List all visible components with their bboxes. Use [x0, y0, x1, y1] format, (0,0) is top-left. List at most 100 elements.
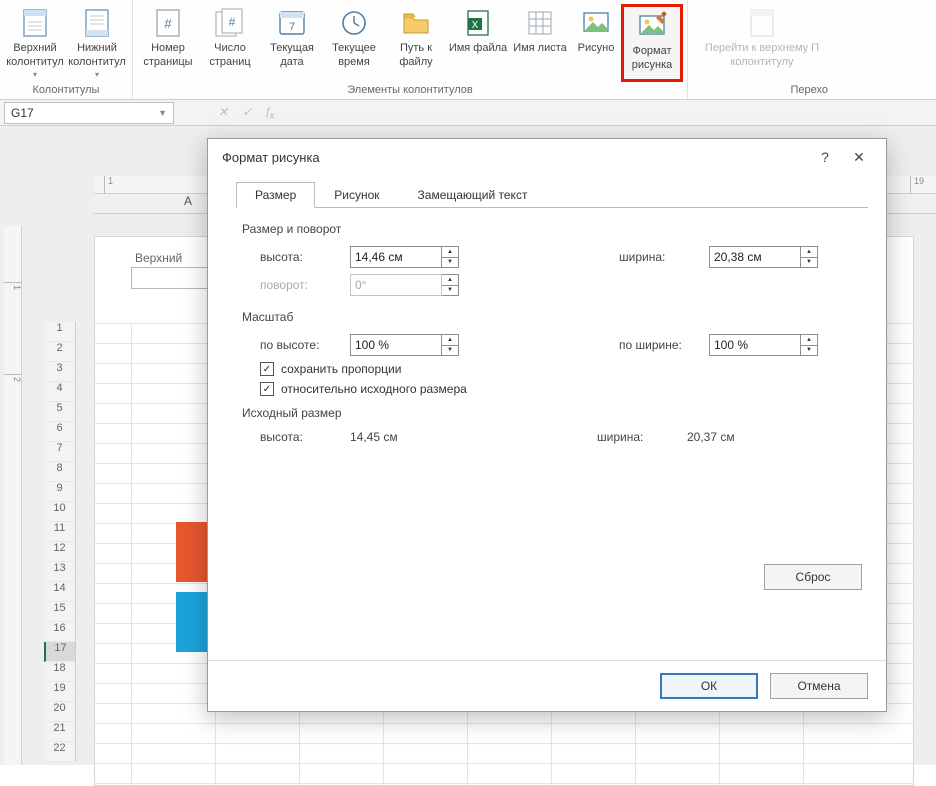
- row-header[interactable]: 2: [44, 342, 76, 362]
- row-header[interactable]: 17: [44, 642, 76, 662]
- row-header[interactable]: 5: [44, 402, 76, 422]
- label-scale-w: по ширине:: [619, 338, 709, 352]
- checkbox-icon: ✓: [260, 362, 274, 376]
- height-spinner[interactable]: ▲▼: [442, 246, 459, 268]
- header-button[interactable]: Верхний колонтитул ▾: [4, 4, 66, 82]
- dropdown-icon[interactable]: ▼: [158, 108, 167, 118]
- row-header[interactable]: 13: [44, 562, 76, 582]
- formula-bar-buttons: ✕ ✓ fx: [178, 104, 274, 121]
- row-header[interactable]: 6: [44, 422, 76, 442]
- reset-button[interactable]: Сброс: [764, 564, 862, 590]
- hash-pages-icon: #: [213, 6, 247, 40]
- page-number-button[interactable]: # Номер страницы: [137, 4, 199, 82]
- label: Текущая дата: [261, 42, 323, 70]
- file-path-button[interactable]: Путь к файлу: [385, 4, 447, 82]
- scale-h-spinner[interactable]: ▲▼: [442, 334, 459, 356]
- row-header[interactable]: 21: [44, 722, 76, 742]
- row-header[interactable]: 20: [44, 702, 76, 722]
- format-picture-icon: [635, 9, 669, 43]
- lock-aspect-checkbox[interactable]: ✓ сохранить пропорции: [260, 362, 868, 376]
- tab-size[interactable]: Размер: [236, 182, 315, 208]
- current-date-button[interactable]: 7 Текущая дата: [261, 4, 323, 82]
- label: Формат рисунка: [624, 45, 680, 73]
- svg-text:7: 7: [289, 21, 295, 33]
- row-header[interactable]: 9: [44, 482, 76, 502]
- picture-icon: [579, 6, 613, 40]
- row-header[interactable]: 10: [44, 502, 76, 522]
- label: Число страниц: [199, 42, 261, 70]
- row-header[interactable]: 14: [44, 582, 76, 602]
- dialog-titlebar[interactable]: Формат рисунка ? ✕: [208, 139, 886, 175]
- orig-height-value: 14,45 см: [350, 430, 460, 444]
- scale-w-spinner[interactable]: ▲▼: [801, 334, 818, 356]
- goto-header-button: Перейти к верхнему П колонтитулу: [692, 4, 832, 82]
- format-picture-button[interactable]: Формат рисунка: [621, 4, 683, 82]
- section-original-size: Исходный размер: [242, 406, 868, 420]
- tab-alttext[interactable]: Замещающий текст: [399, 182, 547, 208]
- name-box[interactable]: G17 ▼: [4, 102, 174, 124]
- ruler-vertical: 1 2: [4, 226, 22, 765]
- formula-bar-row: G17 ▼ ✕ ✓ fx: [0, 100, 936, 126]
- label: Нижний колонтитул: [66, 42, 128, 70]
- row-header[interactable]: 7: [44, 442, 76, 462]
- goto-header-icon: [745, 6, 779, 40]
- label-scale-h: по высоте:: [260, 338, 350, 352]
- group-label: Элементы колонтитулов: [137, 82, 683, 100]
- group-label: Колонтитулы: [4, 82, 128, 100]
- cancel-button[interactable]: Отмена: [770, 673, 868, 699]
- ruler-tick: 1: [4, 282, 22, 290]
- label: Текущее время: [323, 42, 385, 70]
- scale-h-input[interactable]: 100 %: [350, 334, 442, 356]
- fx-icon: fx: [266, 104, 274, 121]
- enter-icon: ✓: [242, 105, 252, 119]
- row-header[interactable]: 1: [44, 322, 76, 342]
- ruler-tick: 19: [910, 176, 924, 194]
- width-input[interactable]: 20,38 см: [709, 246, 801, 268]
- column-header-a[interactable]: A: [184, 194, 192, 208]
- section-scale: Масштаб: [242, 310, 868, 324]
- scale-w-input[interactable]: 100 %: [709, 334, 801, 356]
- sheet-name-button[interactable]: Имя листа: [509, 4, 571, 82]
- hash-page-icon: #: [151, 6, 185, 40]
- rotation-spinner: ▲▼: [442, 274, 459, 296]
- label: Имя файла: [449, 42, 507, 56]
- footer-button[interactable]: Нижний колонтитул ▾: [66, 4, 128, 82]
- row-header[interactable]: 22: [44, 742, 76, 762]
- row-header[interactable]: 18: [44, 662, 76, 682]
- header-edit-box[interactable]: [131, 267, 213, 289]
- tab-picture[interactable]: Рисунок: [315, 182, 398, 208]
- width-spinner[interactable]: ▲▼: [801, 246, 818, 268]
- ribbon-group-navigation: Перейти к верхнему П колонтитулу Перехо: [688, 0, 836, 99]
- row-header[interactable]: 8: [44, 462, 76, 482]
- row-header[interactable]: 15: [44, 602, 76, 622]
- row-header[interactable]: 11: [44, 522, 76, 542]
- page-header-label: Верхний: [131, 249, 186, 267]
- ribbon: Верхний колонтитул ▾ Нижний колонтитул ▾…: [0, 0, 936, 100]
- height-input[interactable]: 14,46 см: [350, 246, 442, 268]
- row-header[interactable]: 3: [44, 362, 76, 382]
- group-label: Перехо: [692, 82, 832, 100]
- picture-button[interactable]: Рисуно: [571, 4, 621, 82]
- dropdown-icon: ▾: [33, 70, 37, 80]
- ribbon-group-headerfooter: Верхний колонтитул ▾ Нижний колонтитул ▾…: [0, 0, 133, 99]
- label: Рисуно: [578, 42, 615, 56]
- current-time-button[interactable]: Текущее время: [323, 4, 385, 82]
- row-header[interactable]: 19: [44, 682, 76, 702]
- row-header[interactable]: 4: [44, 382, 76, 402]
- format-picture-dialog: Формат рисунка ? ✕ Размер Рисунок Замеща…: [207, 138, 887, 712]
- dropdown-icon: ▾: [95, 70, 99, 80]
- label: Имя листа: [513, 42, 567, 56]
- row-header[interactable]: 12: [44, 542, 76, 562]
- relative-original-checkbox[interactable]: ✓ относительно исходного размера: [260, 382, 868, 396]
- sheet-icon: [523, 6, 557, 40]
- help-button[interactable]: ?: [808, 143, 842, 171]
- row-header[interactable]: 16: [44, 622, 76, 642]
- ok-button[interactable]: ОК: [660, 673, 758, 699]
- label: Путь к файлу: [385, 42, 447, 70]
- page-count-button[interactable]: # Число страниц: [199, 4, 261, 82]
- close-button[interactable]: ✕: [842, 143, 876, 171]
- checkbox-label: относительно исходного размера: [281, 382, 467, 396]
- dialog-title: Формат рисунка: [222, 150, 320, 165]
- label: Перейти к верхнему П колонтитулу: [692, 42, 832, 70]
- file-name-button[interactable]: X Имя файла: [447, 4, 509, 82]
